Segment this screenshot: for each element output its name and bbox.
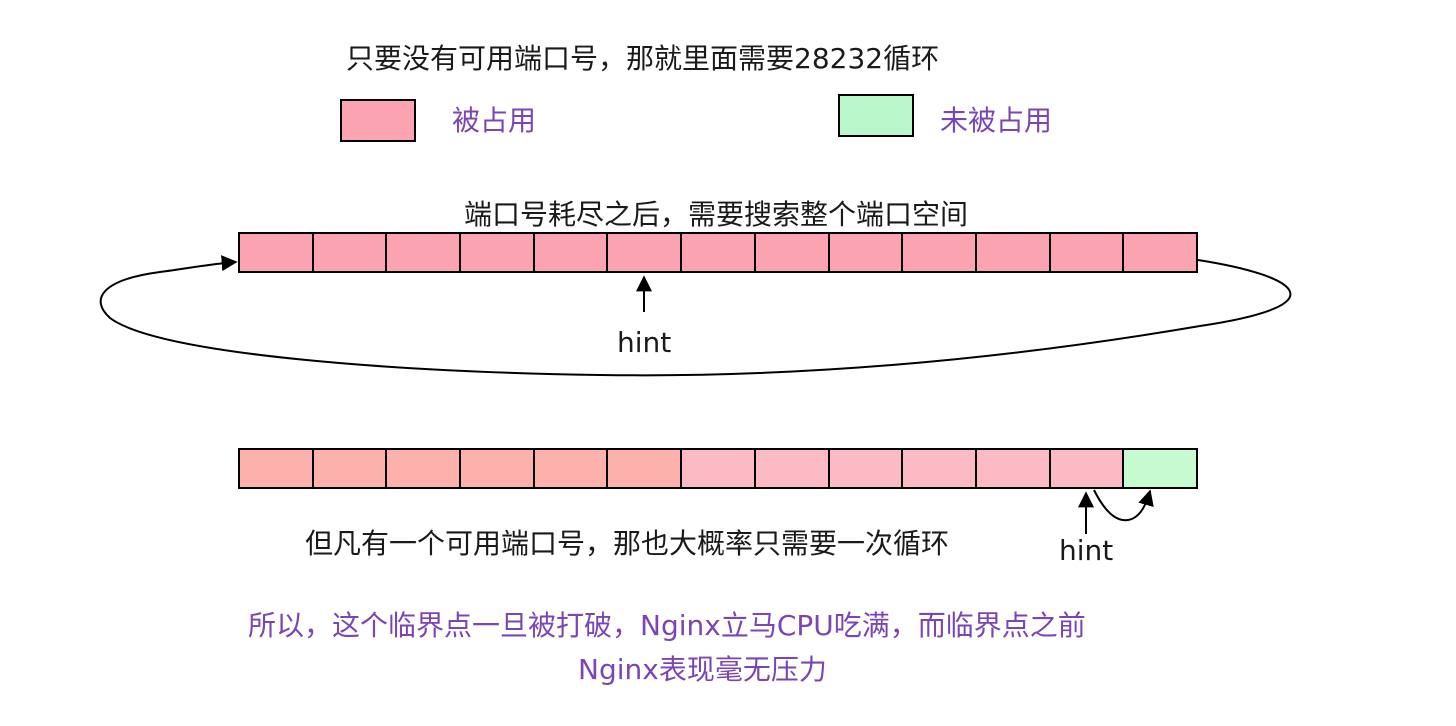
connectors-layer	[99, 255, 1292, 534]
next-free-arrow	[1093, 489, 1154, 522]
wraparound-loop-arrow	[99, 255, 1292, 377]
